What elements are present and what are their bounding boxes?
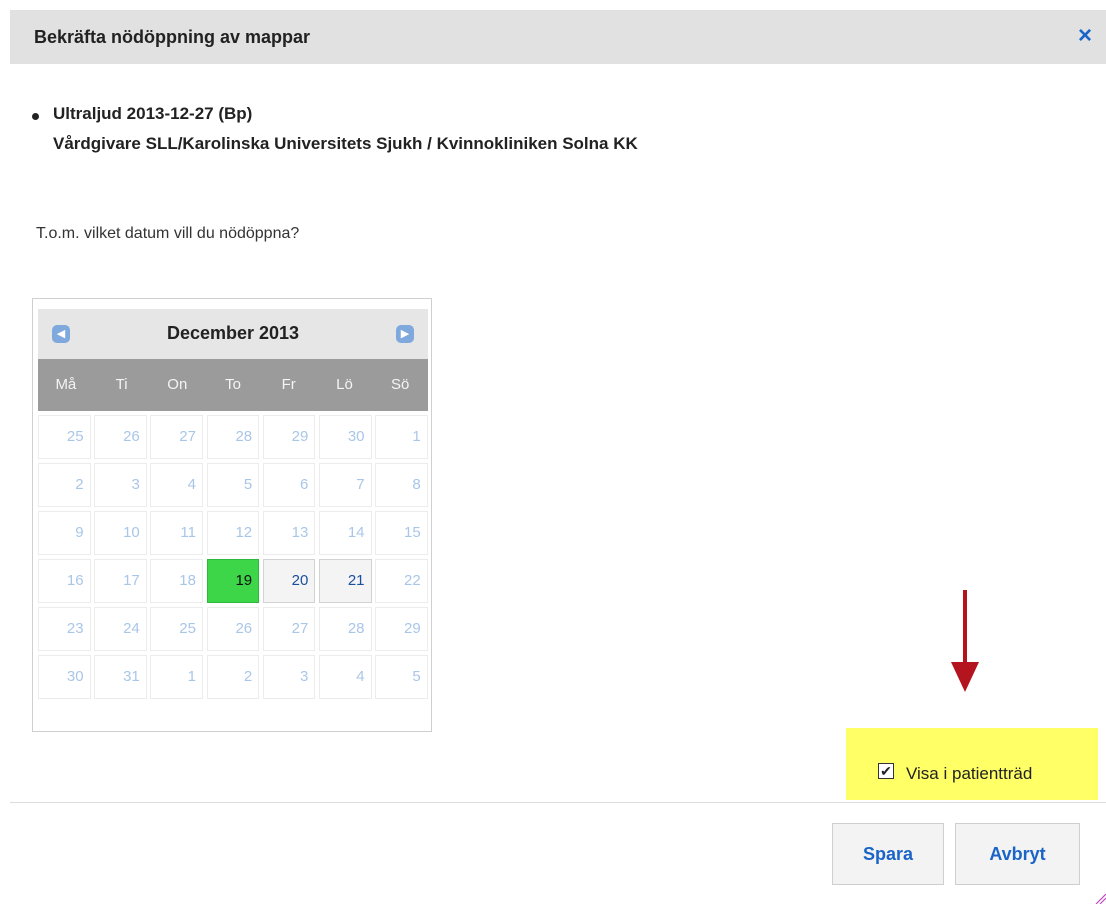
resize-grip-icon[interactable] [1094, 892, 1106, 904]
calendar-day: 1 [375, 415, 428, 459]
folder-item-title: Ultraljud 2013-12-27 (Bp) [53, 104, 253, 123]
dialog-title: Bekräfta nödöppning av mappar [34, 27, 311, 47]
calendar-day: 17 [94, 559, 147, 603]
weekday-label: Fr [281, 376, 296, 393]
show-in-patient-tree-label: Visa i patientträd [906, 764, 1033, 783]
calendar-day: 14 [318, 511, 372, 555]
show-in-patient-tree-checkbox[interactable]: ✔ [878, 763, 894, 779]
calendar-day: 29 [262, 415, 316, 459]
calendar-day: 27 [262, 607, 316, 651]
calendar-day: 28 [206, 415, 260, 459]
calendar-day-selected[interactable]: 19 [206, 559, 260, 603]
calendar-day: 25 [38, 415, 91, 459]
calendar-day: 25 [150, 607, 203, 651]
weekday-header-row: Må Ti On To Fr Lö Sö [38, 359, 428, 411]
calendar-day: 10 [94, 511, 147, 555]
calendar-day: 30 [318, 415, 372, 459]
calendar-day: 3 [262, 655, 316, 699]
calendar-day: 8 [375, 463, 428, 507]
calendar-day: 27 [150, 415, 203, 459]
calendar-day: 3 [94, 463, 147, 507]
weekday-label: To [225, 376, 241, 393]
next-month-icon[interactable]: ▶ [396, 325, 414, 343]
save-button[interactable]: Spara [832, 823, 944, 885]
weekday-label: On [167, 376, 188, 393]
calendar-day: 6 [262, 463, 316, 507]
calendar-day: 26 [94, 415, 147, 459]
calendar-day: 11 [150, 511, 203, 555]
list-bullet [32, 113, 39, 120]
calendar-day: 29 [375, 607, 428, 651]
calendar-day: 23 [38, 607, 91, 651]
dialog-title-bar: Bekräfta nödöppning av mappar × [10, 10, 1106, 64]
calendar-day: 2 [38, 463, 91, 507]
calendar-day: 22 [375, 559, 428, 603]
calendar-day: 15 [375, 511, 428, 555]
calendar-header: ◀ December 2013 ▶ [38, 309, 428, 359]
calendar-day: 24 [94, 607, 147, 651]
footer-divider [10, 802, 1106, 803]
cancel-button[interactable]: Avbryt [955, 823, 1080, 885]
weekday-label: Sö [390, 376, 410, 393]
calendar-day: 13 [262, 511, 316, 555]
calendar-day: 12 [206, 511, 260, 555]
calendar-day: 2 [206, 655, 260, 699]
calendar-day: 1 [150, 655, 203, 699]
calendar-day: 31 [94, 655, 147, 699]
date-question: T.o.m. vilket datum vill du nödöppna? [36, 225, 300, 242]
calendar-day: 5 [206, 463, 260, 507]
calendar-day: 26 [206, 607, 260, 651]
weekday-label: Ti [115, 376, 128, 393]
date-picker: ◀ December 2013 ▶ Må Ti On To Fr Lö Sö 2… [32, 298, 432, 732]
calendar-day[interactable]: 20 [262, 559, 316, 603]
calendar-day[interactable]: 21 [318, 559, 372, 603]
close-icon[interactable]: × [1072, 22, 1098, 50]
calendar-month-label: December 2013 [166, 323, 300, 343]
calendar-day: 5 [375, 655, 428, 699]
calendar-day: 16 [38, 559, 91, 603]
weekday-label: Lö [336, 376, 353, 393]
folder-item-caregiver: Vårdgivare SLL/Karolinska Universitets S… [53, 134, 638, 153]
annotation-arrow-head [951, 662, 979, 692]
calendar-day: 30 [38, 655, 91, 699]
annotation-arrow-shaft [963, 590, 967, 662]
calendar-day: 4 [150, 463, 203, 507]
calendar-day: 4 [318, 655, 372, 699]
weekday-label: Må [55, 376, 77, 393]
calendar-days-grid: 25 26 27 28 29 30 1 2 3 4 5 6 7 8 9 10 11 12 13 14 15 16 17 18 1… [38, 415, 428, 703]
calendar-day: 28 [318, 607, 372, 651]
calendar-day: 7 [318, 463, 372, 507]
calendar-day: 9 [38, 511, 91, 555]
calendar-day: 18 [150, 559, 203, 603]
